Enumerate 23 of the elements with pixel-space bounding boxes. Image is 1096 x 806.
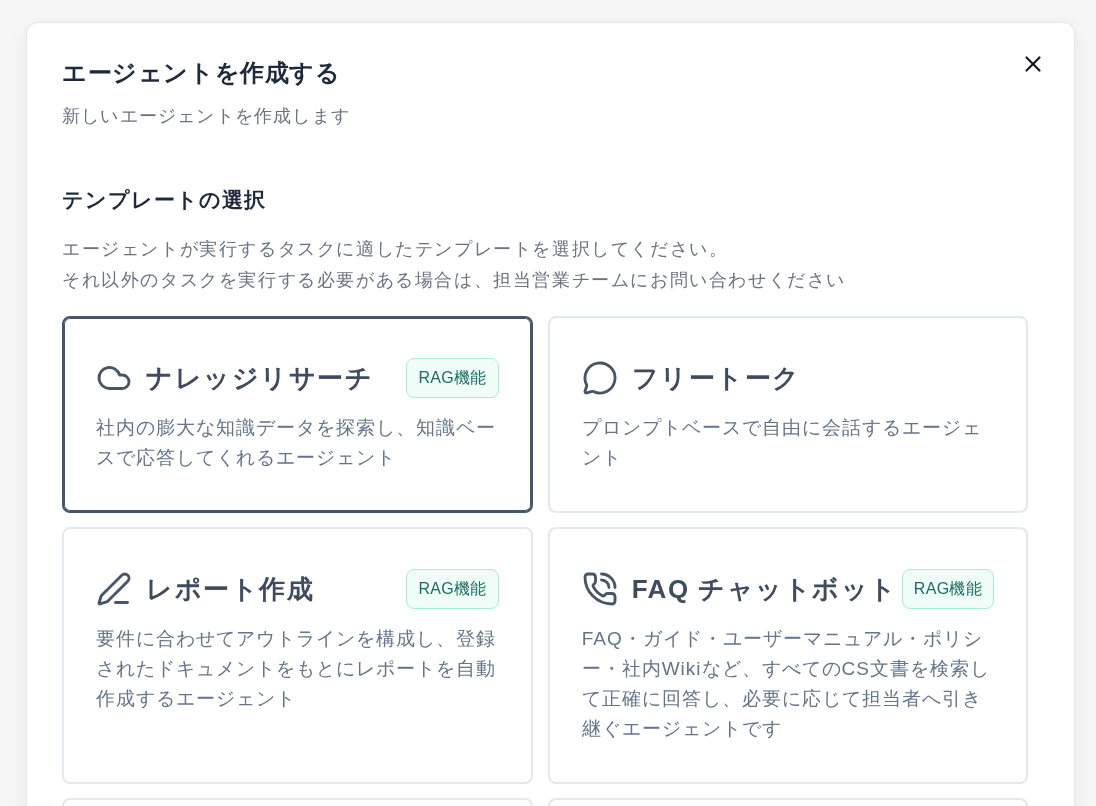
dialog-subtitle: 新しいエージェントを作成します	[62, 105, 350, 128]
section-heading: テンプレートの選択	[62, 187, 266, 213]
card-description: プロンプトベースで自由に会話するエージェント	[581, 416, 983, 470]
card-title: フリートーク	[631, 362, 801, 395]
card-description: 要件に合わせてアウトラインを構成し、登録されたドキュメントをもとにレポートを自動作成するエージェント	[96, 627, 497, 711]
pencil-icon	[96, 571, 132, 607]
phone-icon	[581, 571, 618, 607]
feature-badge: RAG機能	[406, 569, 499, 609]
card-title: ナレッジリサーチ	[146, 362, 373, 395]
template-card[interactable]: フリートーク プロンプトベースで自由に会話するエージェント	[547, 316, 1028, 513]
card-description: 社内の膨大な知識データを探索し、知識ベースで応答してくれるエージェント	[96, 416, 497, 470]
template-card[interactable]: レポート作成 RAG機能 要件に合わせてアウトラインを構成し、登録されたドキュメントをもとにレポートを自動作成するエージェント	[62, 527, 533, 784]
feature-badge: RAG機能	[406, 358, 499, 398]
template-card[interactable]: ナレッジリサーチ RAG機能 社内の膨大な知識データを探索し、知識ベースで応答してくれるエージェント	[62, 316, 533, 513]
card-description: FAQ・ガイド・ユーザーマニュアル・ポリシー・社内Wikiなど、すべてのCS文書を検索して正確に回答し、必要に応じて担当者へ引き継ぐエージェントです	[581, 627, 991, 741]
speech-bubble-icon	[581, 360, 618, 396]
help-text: エージェントが実行するタスクに適したテンプレートを選択してください。	[62, 238, 729, 261]
help-text: それ以外のタスクを実行する必要がある場合は、担当営業チームにお問い合わせください	[62, 269, 846, 292]
card-title: レポート作成	[146, 573, 314, 606]
template-card[interactable]: FAQ チャットボット RAG機能 FAQ・ガイド・ユーザーマニュアル・ポリシー・社内Wikiなど、すべてのCS文書を検索して正確に回答し、必要に応じて担当者へ引き継ぐエージェントです	[547, 527, 1028, 784]
dialog-title: エージェントを作成する	[62, 58, 341, 88]
feature-badge: RAG機能	[901, 569, 994, 609]
card-title: FAQ チャットボット	[631, 573, 898, 606]
